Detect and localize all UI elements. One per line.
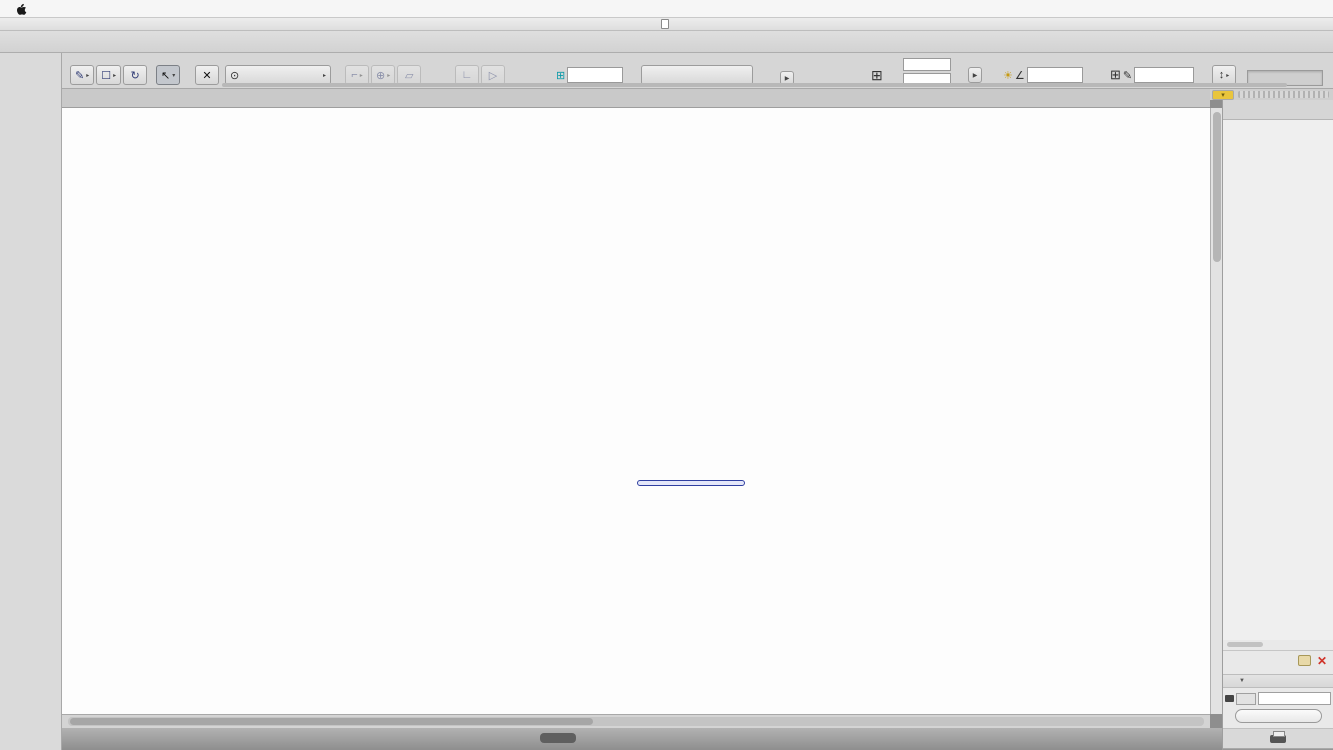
- slant-icon: ∠: [1015, 69, 1025, 82]
- new-viewpoint-icon[interactable]: [1298, 655, 1311, 666]
- eye-icon: ⊙: [230, 69, 239, 82]
- menu-bar: [0, 0, 1333, 18]
- settings-icon: ✎: [75, 69, 84, 82]
- toolbox: [0, 53, 62, 750]
- floor-plan-button[interactable]: [641, 65, 753, 85]
- viewport-vscroll-thumb[interactable]: [1213, 112, 1221, 262]
- play-icon: ▷: [489, 69, 497, 82]
- archicad-window: { "menu_bar": { "items": ["ArchiCAD", "F…: [0, 0, 1333, 750]
- flip-button[interactable]: ↕▸: [1212, 65, 1236, 85]
- tab-bar: [62, 89, 1210, 108]
- universal-arrow-button[interactable]: ✕: [195, 65, 219, 85]
- tab-overflow-button[interactable]: ▾: [1212, 90, 1234, 100]
- cw-geometry-chain-button[interactable]: ▱: [397, 65, 421, 85]
- tab-scroll-dots[interactable]: [1238, 91, 1329, 98]
- tree-hscroll[interactable]: [1227, 642, 1263, 647]
- angle-input[interactable]: [1027, 67, 1083, 83]
- settings-button[interactable]: [1235, 709, 1322, 723]
- universal-arrow[interactable]: ✕: [195, 64, 219, 86]
- cw-single-icon: ⌐: [351, 69, 357, 81]
- reference-position-icon: ⊞: [556, 69, 565, 82]
- height-input[interactable]: [903, 58, 951, 71]
- cw-boundary-icon: ⊕: [376, 69, 385, 82]
- navigator-actions: ✕: [1223, 650, 1333, 670]
- title-bar[interactable]: [0, 18, 1333, 31]
- flip-icon: ↕: [1219, 69, 1225, 81]
- arrow-icon: ↖: [161, 69, 170, 82]
- tab-bar-extras: ▾: [1210, 89, 1333, 100]
- hb-expand-button[interactable]: ▶: [968, 67, 982, 83]
- viewport-vertical-scrollbar[interactable]: [1210, 108, 1222, 714]
- properties-row: [1225, 691, 1331, 706]
- document-icon: [661, 19, 669, 29]
- axis-arrow-icon: ✕: [202, 69, 211, 82]
- preview-button[interactable]: ▷: [481, 65, 505, 85]
- properties-header[interactable]: ▼: [1223, 674, 1333, 688]
- arrow-tool-button[interactable]: ↖▾: [156, 65, 180, 85]
- favorites-button[interactable]: ☐▸: [96, 65, 121, 85]
- favorites-icon: ☐: [101, 69, 111, 82]
- info-box: ✎▸ ☐▸ ↻ ↖▾ ✕ ⊙ ▸ ⌐▸ ⊕▸ ▱ ∟ ▷ ⊞ ▶ ⊞: [62, 53, 1333, 89]
- viewport-hscroll-thumb[interactable]: [70, 718, 593, 725]
- angle-icon: ∟: [462, 69, 473, 81]
- apple-menu[interactable]: [14, 2, 28, 15]
- navigator-tree: [1223, 120, 1333, 640]
- camera-key-icon: [1225, 695, 1234, 702]
- offset-input[interactable]: [567, 67, 623, 83]
- window-bottom-chrome: [62, 728, 1222, 750]
- cw-geometry-boundary-button[interactable]: ⊕▸: [371, 65, 395, 85]
- element-tooltip: [637, 480, 745, 486]
- story-grid-icon: ⊞: [871, 67, 883, 84]
- navigator-mode-icons: [1223, 100, 1333, 120]
- grid-pen-icon: ⊞: [1110, 67, 1121, 83]
- navigator-panel: ✕ ▼: [1222, 100, 1333, 750]
- hex-shell-model: [62, 108, 1210, 714]
- cw-chain-icon: ▱: [405, 69, 413, 82]
- viewport-horizontal-scrollbar[interactable]: [68, 717, 1204, 726]
- collapse-arrow-icon: ▼: [1239, 678, 1245, 684]
- rotate-icon: ↻: [131, 69, 140, 82]
- height-width-fields: [900, 58, 951, 80]
- rotate-view-button[interactable]: ↻: [123, 65, 147, 85]
- layer-button[interactable]: ⊙ ▸: [225, 65, 331, 85]
- 3d-viewport[interactable]: [62, 108, 1210, 714]
- viewport-bottom-bar: [62, 714, 1210, 728]
- delete-icon[interactable]: ✕: [1317, 655, 1327, 667]
- apple-icon: [16, 2, 27, 15]
- properties-mini-box: [1236, 693, 1256, 705]
- settings-buttons: ✎▸ ☐▸ ↻: [70, 64, 147, 86]
- tool-selector: ↖▾: [156, 64, 180, 86]
- spacing-input[interactable]: [1134, 67, 1194, 83]
- print-row: [1223, 728, 1333, 748]
- cw-geometry-single-button[interactable]: ⌐▸: [345, 65, 369, 85]
- infobox-scrollbar[interactable]: [222, 83, 1287, 87]
- sun-icon: ☀: [1003, 69, 1013, 82]
- view-name-field[interactable]: [1258, 692, 1331, 705]
- main-toolbar: [0, 31, 1333, 53]
- window-grip: [540, 733, 576, 743]
- angle-method-button[interactable]: ∟: [455, 65, 479, 85]
- element-settings-button[interactable]: ✎▸: [70, 65, 94, 85]
- pen-small-icon: ✎: [1123, 69, 1132, 82]
- printer-icon[interactable]: [1270, 735, 1286, 743]
